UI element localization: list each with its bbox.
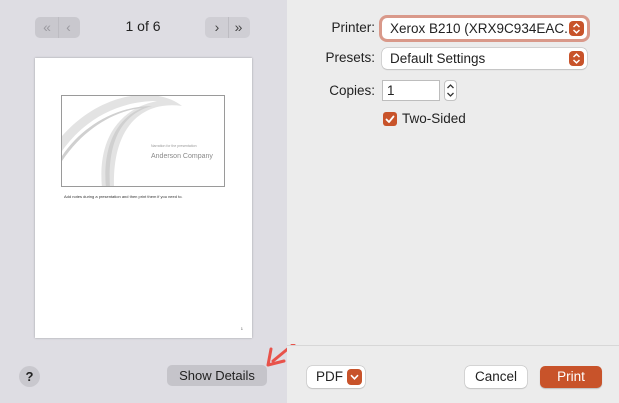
two-sided-label: Two-Sided [402,111,466,126]
next-page-icon[interactable]: › [207,17,228,38]
page-counter: 1 of 6 [125,18,161,34]
show-details-button[interactable]: Show Details [167,365,267,386]
pdf-label: PDF [316,369,343,384]
printer-value: Xerox B210 (XRX9C934EAC... [390,21,576,36]
page-number: 1 [240,326,243,331]
page-preview: Narration for the presentation Anderson … [35,58,252,338]
presets-label: Presets: [325,50,375,65]
pdf-menu-button[interactable]: PDF [307,366,365,388]
chevron-down-icon [347,369,362,385]
settings-pane: Printer: Xerox B210 (XRX9C934EAC... Pres… [287,0,619,344]
slide-caption: Narration for the presentation [151,144,197,148]
copies-stepper[interactable] [444,80,457,101]
up-down-chevron-icon [569,51,584,66]
stepper-icon [447,84,454,97]
printer-label: Printer: [331,20,375,35]
presets-select[interactable]: Default Settings [382,48,587,69]
print-button[interactable]: Print [540,366,602,388]
slide-title: Anderson Company [151,153,213,160]
footer-bar: PDF Cancel Print [287,345,619,403]
presets-value: Default Settings [390,51,486,66]
slide-thumbnail: Narration for the presentation Anderson … [61,95,225,187]
last-page-icon[interactable]: » [227,17,249,38]
help-button[interactable]: ? [19,366,40,387]
previous-page-icon[interactable]: ‹ [57,17,79,38]
cancel-button[interactable]: Cancel [465,366,527,388]
checkmark-icon [385,115,395,123]
two-sided-checkbox[interactable] [383,112,397,126]
slide-swoosh-graphic [62,96,182,186]
forward-navigation-group: › » [205,17,250,38]
back-navigation-group: « ‹ [35,17,80,38]
first-page-icon[interactable]: « [37,17,58,38]
printer-select[interactable]: Xerox B210 (XRX9C934EAC... [382,18,587,39]
notes-text: Add notes during a presentation and then… [64,194,183,199]
preview-pane: « ‹ 1 of 6 › » Narration for the present… [0,0,287,403]
copies-input[interactable]: 1 [382,80,440,101]
up-down-chevron-icon [569,21,584,36]
copies-label: Copies: [329,83,375,98]
